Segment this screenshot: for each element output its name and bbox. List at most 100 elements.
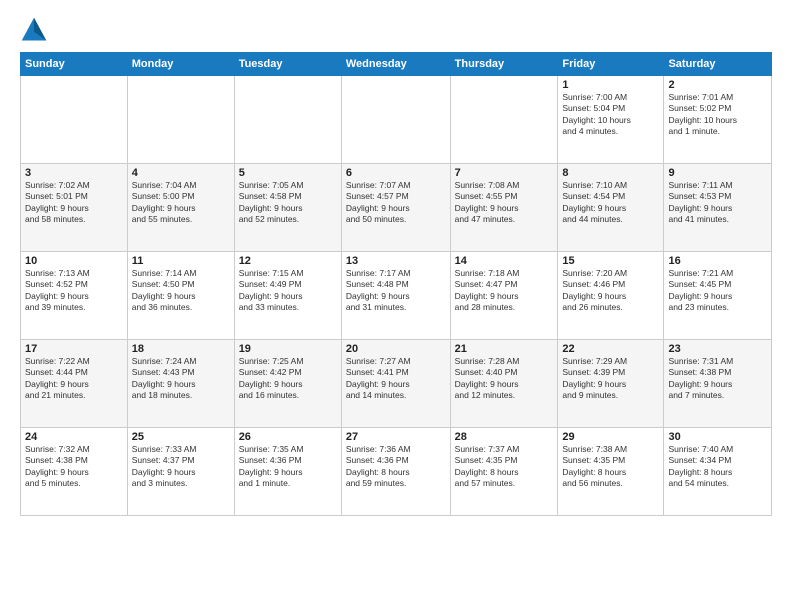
calendar-header-wednesday: Wednesday bbox=[341, 53, 450, 76]
calendar-cell: 15Sunrise: 7:20 AM Sunset: 4:46 PM Dayli… bbox=[558, 252, 664, 340]
logo-icon bbox=[20, 16, 48, 44]
day-number: 11 bbox=[132, 255, 230, 267]
day-number: 7 bbox=[455, 167, 554, 179]
calendar-week-row: 24Sunrise: 7:32 AM Sunset: 4:38 PM Dayli… bbox=[21, 428, 772, 516]
day-number: 29 bbox=[562, 431, 659, 443]
day-number: 18 bbox=[132, 343, 230, 355]
day-info: Sunrise: 7:24 AM Sunset: 4:43 PM Dayligh… bbox=[132, 356, 230, 402]
day-number: 23 bbox=[668, 343, 767, 355]
page: SundayMondayTuesdayWednesdayThursdayFrid… bbox=[0, 0, 792, 612]
day-number: 4 bbox=[132, 167, 230, 179]
calendar-cell: 8Sunrise: 7:10 AM Sunset: 4:54 PM Daylig… bbox=[558, 164, 664, 252]
day-info: Sunrise: 7:33 AM Sunset: 4:37 PM Dayligh… bbox=[132, 444, 230, 490]
day-info: Sunrise: 7:08 AM Sunset: 4:55 PM Dayligh… bbox=[455, 180, 554, 226]
calendar-cell: 17Sunrise: 7:22 AM Sunset: 4:44 PM Dayli… bbox=[21, 340, 128, 428]
day-info: Sunrise: 7:11 AM Sunset: 4:53 PM Dayligh… bbox=[668, 180, 767, 226]
day-number: 24 bbox=[25, 431, 123, 443]
header bbox=[20, 16, 772, 44]
day-number: 1 bbox=[562, 79, 659, 91]
day-info: Sunrise: 7:22 AM Sunset: 4:44 PM Dayligh… bbox=[25, 356, 123, 402]
day-number: 21 bbox=[455, 343, 554, 355]
logo bbox=[20, 16, 52, 44]
calendar-cell bbox=[450, 76, 558, 164]
calendar-cell: 26Sunrise: 7:35 AM Sunset: 4:36 PM Dayli… bbox=[234, 428, 341, 516]
calendar-cell: 4Sunrise: 7:04 AM Sunset: 5:00 PM Daylig… bbox=[127, 164, 234, 252]
day-number: 9 bbox=[668, 167, 767, 179]
day-info: Sunrise: 7:35 AM Sunset: 4:36 PM Dayligh… bbox=[239, 444, 337, 490]
calendar-cell: 2Sunrise: 7:01 AM Sunset: 5:02 PM Daylig… bbox=[664, 76, 772, 164]
calendar-cell: 23Sunrise: 7:31 AM Sunset: 4:38 PM Dayli… bbox=[664, 340, 772, 428]
calendar-cell bbox=[234, 76, 341, 164]
calendar-cell: 9Sunrise: 7:11 AM Sunset: 4:53 PM Daylig… bbox=[664, 164, 772, 252]
calendar-week-row: 10Sunrise: 7:13 AM Sunset: 4:52 PM Dayli… bbox=[21, 252, 772, 340]
calendar-header-saturday: Saturday bbox=[664, 53, 772, 76]
day-number: 25 bbox=[132, 431, 230, 443]
day-number: 3 bbox=[25, 167, 123, 179]
day-number: 16 bbox=[668, 255, 767, 267]
day-info: Sunrise: 7:21 AM Sunset: 4:45 PM Dayligh… bbox=[668, 268, 767, 314]
day-number: 13 bbox=[346, 255, 446, 267]
day-info: Sunrise: 7:27 AM Sunset: 4:41 PM Dayligh… bbox=[346, 356, 446, 402]
day-number: 17 bbox=[25, 343, 123, 355]
calendar-cell: 28Sunrise: 7:37 AM Sunset: 4:35 PM Dayli… bbox=[450, 428, 558, 516]
day-info: Sunrise: 7:29 AM Sunset: 4:39 PM Dayligh… bbox=[562, 356, 659, 402]
day-info: Sunrise: 7:28 AM Sunset: 4:40 PM Dayligh… bbox=[455, 356, 554, 402]
day-number: 20 bbox=[346, 343, 446, 355]
day-info: Sunrise: 7:05 AM Sunset: 4:58 PM Dayligh… bbox=[239, 180, 337, 226]
calendar-header-thursday: Thursday bbox=[450, 53, 558, 76]
day-info: Sunrise: 7:14 AM Sunset: 4:50 PM Dayligh… bbox=[132, 268, 230, 314]
day-number: 22 bbox=[562, 343, 659, 355]
day-number: 30 bbox=[668, 431, 767, 443]
calendar-cell: 7Sunrise: 7:08 AM Sunset: 4:55 PM Daylig… bbox=[450, 164, 558, 252]
day-number: 14 bbox=[455, 255, 554, 267]
calendar-header-row: SundayMondayTuesdayWednesdayThursdayFrid… bbox=[21, 53, 772, 76]
day-info: Sunrise: 7:02 AM Sunset: 5:01 PM Dayligh… bbox=[25, 180, 123, 226]
day-info: Sunrise: 7:00 AM Sunset: 5:04 PM Dayligh… bbox=[562, 92, 659, 138]
calendar-cell: 19Sunrise: 7:25 AM Sunset: 4:42 PM Dayli… bbox=[234, 340, 341, 428]
calendar-cell: 20Sunrise: 7:27 AM Sunset: 4:41 PM Dayli… bbox=[341, 340, 450, 428]
calendar-cell: 24Sunrise: 7:32 AM Sunset: 4:38 PM Dayli… bbox=[21, 428, 128, 516]
calendar-cell bbox=[127, 76, 234, 164]
calendar-cell: 14Sunrise: 7:18 AM Sunset: 4:47 PM Dayli… bbox=[450, 252, 558, 340]
calendar-cell: 16Sunrise: 7:21 AM Sunset: 4:45 PM Dayli… bbox=[664, 252, 772, 340]
day-number: 10 bbox=[25, 255, 123, 267]
calendar-header-tuesday: Tuesday bbox=[234, 53, 341, 76]
day-info: Sunrise: 7:20 AM Sunset: 4:46 PM Dayligh… bbox=[562, 268, 659, 314]
day-info: Sunrise: 7:01 AM Sunset: 5:02 PM Dayligh… bbox=[668, 92, 767, 138]
calendar-cell: 22Sunrise: 7:29 AM Sunset: 4:39 PM Dayli… bbox=[558, 340, 664, 428]
calendar-table: SundayMondayTuesdayWednesdayThursdayFrid… bbox=[20, 52, 772, 516]
day-number: 6 bbox=[346, 167, 446, 179]
calendar-cell: 5Sunrise: 7:05 AM Sunset: 4:58 PM Daylig… bbox=[234, 164, 341, 252]
day-number: 27 bbox=[346, 431, 446, 443]
calendar-cell: 25Sunrise: 7:33 AM Sunset: 4:37 PM Dayli… bbox=[127, 428, 234, 516]
day-info: Sunrise: 7:04 AM Sunset: 5:00 PM Dayligh… bbox=[132, 180, 230, 226]
day-number: 26 bbox=[239, 431, 337, 443]
day-info: Sunrise: 7:38 AM Sunset: 4:35 PM Dayligh… bbox=[562, 444, 659, 490]
day-info: Sunrise: 7:13 AM Sunset: 4:52 PM Dayligh… bbox=[25, 268, 123, 314]
day-info: Sunrise: 7:32 AM Sunset: 4:38 PM Dayligh… bbox=[25, 444, 123, 490]
day-info: Sunrise: 7:37 AM Sunset: 4:35 PM Dayligh… bbox=[455, 444, 554, 490]
calendar-cell: 3Sunrise: 7:02 AM Sunset: 5:01 PM Daylig… bbox=[21, 164, 128, 252]
calendar-header-friday: Friday bbox=[558, 53, 664, 76]
calendar-cell: 27Sunrise: 7:36 AM Sunset: 4:36 PM Dayli… bbox=[341, 428, 450, 516]
day-info: Sunrise: 7:40 AM Sunset: 4:34 PM Dayligh… bbox=[668, 444, 767, 490]
calendar-cell: 1Sunrise: 7:00 AM Sunset: 5:04 PM Daylig… bbox=[558, 76, 664, 164]
calendar-cell: 13Sunrise: 7:17 AM Sunset: 4:48 PM Dayli… bbox=[341, 252, 450, 340]
day-number: 8 bbox=[562, 167, 659, 179]
calendar-cell: 10Sunrise: 7:13 AM Sunset: 4:52 PM Dayli… bbox=[21, 252, 128, 340]
day-number: 28 bbox=[455, 431, 554, 443]
day-info: Sunrise: 7:36 AM Sunset: 4:36 PM Dayligh… bbox=[346, 444, 446, 490]
day-number: 15 bbox=[562, 255, 659, 267]
calendar-cell: 18Sunrise: 7:24 AM Sunset: 4:43 PM Dayli… bbox=[127, 340, 234, 428]
day-info: Sunrise: 7:18 AM Sunset: 4:47 PM Dayligh… bbox=[455, 268, 554, 314]
calendar-cell: 29Sunrise: 7:38 AM Sunset: 4:35 PM Dayli… bbox=[558, 428, 664, 516]
day-info: Sunrise: 7:25 AM Sunset: 4:42 PM Dayligh… bbox=[239, 356, 337, 402]
calendar-week-row: 17Sunrise: 7:22 AM Sunset: 4:44 PM Dayli… bbox=[21, 340, 772, 428]
calendar-header-monday: Monday bbox=[127, 53, 234, 76]
day-info: Sunrise: 7:17 AM Sunset: 4:48 PM Dayligh… bbox=[346, 268, 446, 314]
calendar-cell: 6Sunrise: 7:07 AM Sunset: 4:57 PM Daylig… bbox=[341, 164, 450, 252]
calendar-week-row: 1Sunrise: 7:00 AM Sunset: 5:04 PM Daylig… bbox=[21, 76, 772, 164]
calendar-cell bbox=[21, 76, 128, 164]
day-info: Sunrise: 7:07 AM Sunset: 4:57 PM Dayligh… bbox=[346, 180, 446, 226]
calendar-week-row: 3Sunrise: 7:02 AM Sunset: 5:01 PM Daylig… bbox=[21, 164, 772, 252]
